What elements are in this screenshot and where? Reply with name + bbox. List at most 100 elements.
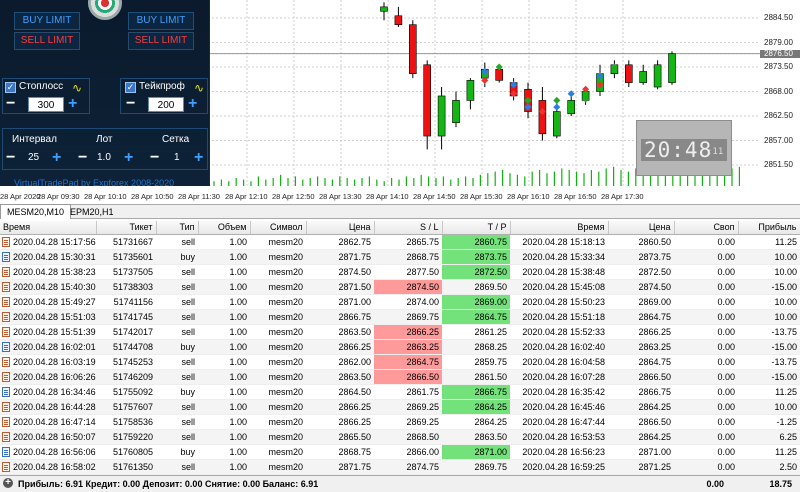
table-cell-tp: 2864.25 (442, 414, 510, 430)
table-cell-volume: 1.00 (198, 369, 250, 385)
wave-icon[interactable]: ∿ (72, 82, 86, 94)
price-tick-label: 2851.50 (764, 160, 793, 169)
table-row[interactable]: 2020.04.28 16:50:07 51759220 sell 1.00 mesm2… (0, 429, 800, 445)
lot-value[interactable]: 1.0 (97, 152, 111, 163)
table-cell-symbol: mesm20 (250, 369, 306, 385)
interval-value[interactable]: 25 (28, 152, 39, 163)
takeprofit-input[interactable]: 200 (148, 97, 184, 112)
column-header[interactable]: Время (510, 221, 609, 235)
column-header[interactable]: Своп (674, 221, 739, 235)
time-tick-label: 28 Apr 14:10 (366, 192, 409, 201)
takeprofit-minus-button[interactable]: − (126, 96, 135, 112)
column-header[interactable]: Тикет (96, 221, 157, 235)
column-header[interactable]: Прибыль (738, 221, 800, 235)
table-cell-ticket: 51735601 (96, 249, 156, 265)
table-row[interactable]: 2020.04.28 16:44:28 51757607 sell 1.00 mesm2… (0, 399, 800, 415)
column-header[interactable]: Тип (156, 221, 199, 235)
grid-minus-button[interactable]: − (150, 150, 159, 166)
add-icon[interactable]: + (3, 478, 13, 488)
interval-minus-button[interactable]: − (6, 150, 15, 166)
sell-limit-left-button[interactable]: SELL LIMIT (14, 32, 80, 50)
tab-mesm20-m10[interactable]: MESM20,M10 (0, 204, 72, 219)
open-time: 2020.04.28 16:34:46 (13, 386, 96, 397)
column-header[interactable]: Символ (250, 221, 307, 235)
table-cell-price2: 2866.25 (608, 324, 674, 340)
grid-value[interactable]: 1 (174, 152, 180, 163)
table-cell-price: 2864.50 (306, 384, 374, 400)
clock-time: 20:48 (644, 138, 713, 162)
takeprofit-checkbox[interactable]: ✓ (125, 82, 136, 93)
table-cell-price2: 2864.75 (608, 354, 674, 370)
swap-total: 0.00 (706, 479, 724, 489)
table-cell-profit: 11.25 (738, 444, 800, 460)
table-row[interactable]: 2020.04.28 16:02:01 51744708 buy 1.00 mesm20… (0, 339, 800, 355)
table-cell-swap: 0.00 (674, 399, 738, 415)
table-cell-price: 2871.00 (306, 294, 374, 310)
candle-body (437, 95, 446, 137)
stoploss-minus-button[interactable]: − (6, 96, 15, 112)
table-row[interactable]: 2020.04.28 16:47:14 51758536 sell 1.00 mesm2… (0, 414, 800, 430)
table-row[interactable]: 2020.04.28 16:58:02 51761350 sell 1.00 mesm2… (0, 459, 800, 475)
table-cell-sl: 2869.25 (374, 414, 442, 430)
table-row[interactable]: 2020.04.28 15:17:56 51731667 sell 1.00 mesm2… (0, 234, 800, 250)
stoploss-checkbox[interactable]: ✓ (5, 82, 16, 93)
table-row[interactable]: 2020.04.28 15:40:30 51738303 sell 1.00 mesm2… (0, 279, 800, 295)
table-cell-price2: 2873.75 (608, 249, 674, 265)
table-cell-time: 2020.04.28 15:17:56 (0, 234, 96, 250)
table-row[interactable]: 2020.04.28 15:51:03 51741745 sell 1.00 mesm2… (0, 309, 800, 325)
column-header[interactable]: Время (0, 221, 97, 235)
table-cell-tp: 2871.00 (442, 444, 510, 460)
table-cell-time: 2020.04.28 16:50:07 (0, 429, 96, 445)
table-row[interactable]: 2020.04.28 15:38:23 51737505 sell 1.00 mesm2… (0, 264, 800, 280)
table-cell-sl: 2869.75 (374, 309, 442, 325)
table-cell-price: 2871.75 (306, 249, 374, 265)
candle-body (624, 64, 633, 83)
column-header[interactable]: Объем (198, 221, 251, 235)
table-cell-ticket: 51761350 (96, 459, 156, 475)
table-cell-symbol: mesm20 (250, 399, 306, 415)
table-cell-volume: 1.00 (198, 279, 250, 295)
table-cell-type: sell (156, 264, 198, 280)
table-cell-sl: 2866.25 (374, 324, 442, 340)
buy-limit-left-button[interactable]: BUY LIMIT (14, 12, 80, 30)
table-cell-swap: 0.00 (674, 324, 738, 340)
time-tick-label: 28 Apr 10:10 (84, 192, 127, 201)
takeprofit-plus-button[interactable]: + (188, 96, 197, 112)
table-cell-tp: 2864.25 (442, 399, 510, 415)
trade-marker (553, 96, 561, 104)
candle-body (538, 100, 547, 135)
table-row[interactable]: 2020.04.28 16:03:19 51745253 sell 1.00 mesm2… (0, 354, 800, 370)
interval-plus-button[interactable]: + (52, 150, 61, 166)
tab-epm20-h1[interactable]: EPM20,H1 (64, 205, 120, 219)
column-header[interactable]: S / L (374, 221, 443, 235)
column-header[interactable]: Цена (608, 221, 675, 235)
table-row[interactable]: 2020.04.28 16:06:26 51746209 sell 1.00 mesm2… (0, 369, 800, 385)
sell-limit-right-button[interactable]: SELL LIMIT (128, 32, 194, 50)
table-row[interactable]: 2020.04.28 15:49:27 51741156 sell 1.00 mesm2… (0, 294, 800, 310)
time-tick-label: 28 Apr 09:30 (37, 192, 80, 201)
table-row[interactable]: 2020.04.28 16:34:46 51755092 buy 1.00 mesm20… (0, 384, 800, 400)
target-icon[interactable] (88, 0, 122, 20)
lot-minus-button[interactable]: − (78, 150, 87, 166)
time-tick-label: 28 Apr 16:10 (507, 192, 550, 201)
stoploss-plus-button[interactable]: + (68, 96, 77, 112)
table-cell-price2: 2864.25 (608, 399, 674, 415)
wave-icon[interactable]: ∿ (194, 82, 208, 94)
terminal-window: 2884.50 2879.00 2876.50 2873.50 2868.00 2862.… (0, 0, 800, 492)
lot-plus-button[interactable]: + (124, 150, 133, 166)
table-row[interactable]: 2020.04.28 15:51:39 51742017 sell 1.00 mesm2… (0, 324, 800, 340)
table-row[interactable]: 2020.04.28 15:30:31 51735601 buy 1.00 mesm20… (0, 249, 800, 265)
table-cell-ticket: 51746209 (96, 369, 156, 385)
column-header[interactable]: T / P (442, 221, 511, 235)
table-cell-price: 2871.75 (306, 459, 374, 475)
stoploss-input[interactable]: 300 (28, 97, 64, 112)
trade-icon (2, 296, 10, 307)
column-header[interactable]: Цена (306, 221, 375, 235)
buy-limit-right-button[interactable]: BUY LIMIT (128, 12, 194, 30)
grid-plus-button[interactable]: + (194, 150, 203, 166)
table-cell-time: 2020.04.28 15:30:31 (0, 249, 96, 265)
trade-icon (2, 386, 10, 397)
table-cell-profit: -15.00 (738, 369, 800, 385)
table-cell-swap: 0.00 (674, 234, 738, 250)
table-row[interactable]: 2020.04.28 16:56:06 51760805 buy 1.00 mesm20… (0, 444, 800, 460)
